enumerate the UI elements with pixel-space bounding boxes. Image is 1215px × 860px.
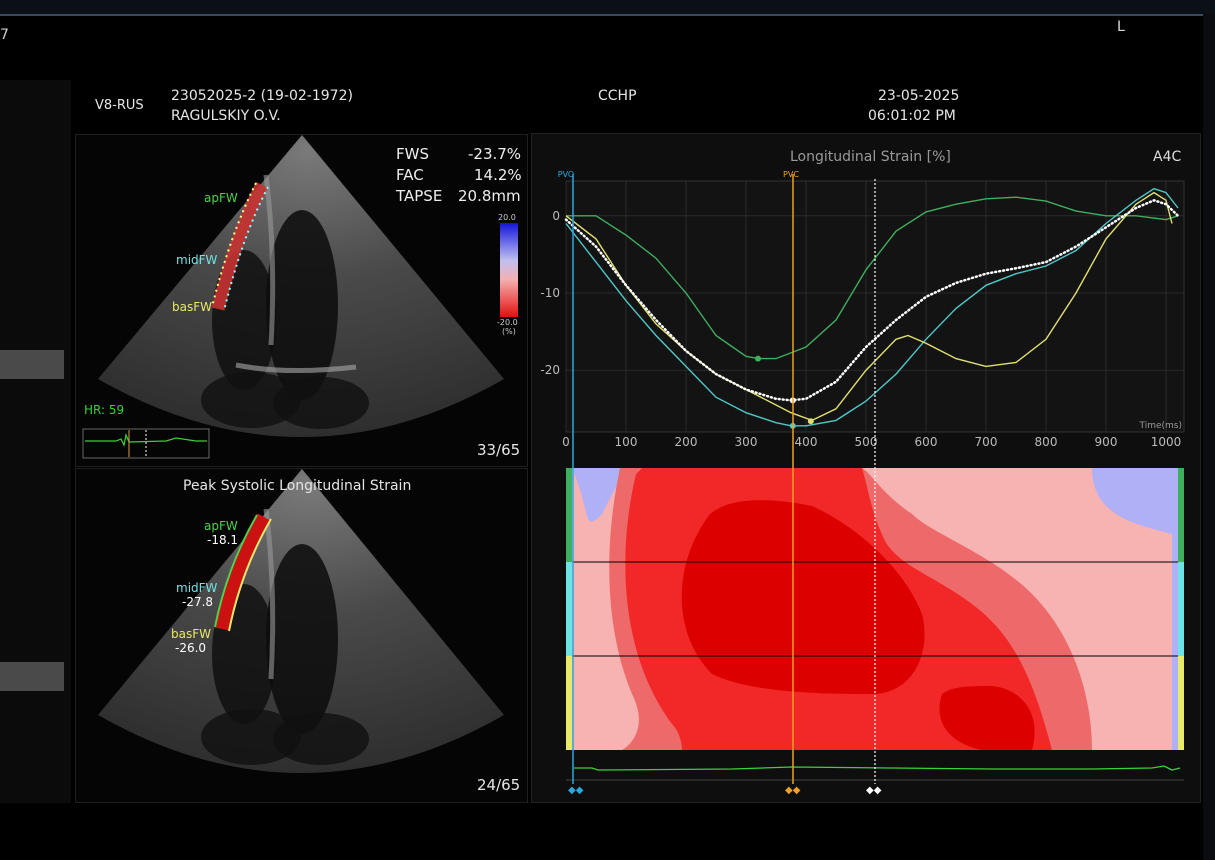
side-button-1[interactable] [0,350,64,379]
heart-rate: HR: 59 [84,403,125,417]
la-cavity [273,377,369,429]
seg-label-basfw: basFW [172,300,212,314]
frame-counter-bottom: 24/65 [477,776,521,794]
map-seg-bar-right-bas [1178,656,1184,750]
colorbar-min: -20.0 [497,318,518,327]
metric-tapse-label: TAPSE [396,187,443,205]
top-echo-image [82,135,504,459]
lr-marker: L [1117,19,1125,35]
patient-name: RAGULSKIY O.V. [171,108,281,124]
cursor-handle: ◆◆ [866,785,882,796]
bottom-echo-panel[interactable]: Peak Systolic Longitudinal Strain apFW -… [75,468,528,803]
frame-counter-top: 33/65 [477,441,521,459]
strain-analysis-panel: Longitudinal Strain [%] A4C 0 100 200 300 40… [531,133,1201,803]
corner-text: 7 [0,27,9,43]
map-seg-bar-left-bas [566,656,572,750]
lv-cavity [266,544,338,734]
pvo-handle: ◆◆ [568,785,584,796]
strain-color-map[interactable]: ◆◆ ◆◆ ◆◆ [532,134,1200,802]
pvc-handle: ◆◆ [785,785,801,796]
map-seg-bar-left-mid [566,562,572,656]
right-edge-strip [1203,14,1215,860]
metric-tapse-value: 20.8mm [458,187,521,205]
colorbar-max: 20.0 [498,213,516,222]
seg-label-midfw: midFW [176,253,218,267]
seg-value-apfw: -18.1 [207,533,239,547]
seg-value-basfw: -26.0 [175,641,207,655]
patient-id: 23052025-2 (19-02-1972) [171,88,353,104]
top-echo-panel[interactable]: FWS -23.7% FAC 14.2% TAPSE 20.8mm 20.0 -… [75,134,528,467]
map-seg-bar-left-ap [566,468,572,562]
map-ecg-trace [574,765,1181,771]
exam-time: 06:01:02 PM [868,108,956,124]
la-cavity [273,713,369,765]
metric-fac-label: FAC [396,166,424,184]
colorbar-scale [500,223,518,317]
seg-label-apfw: apFW [204,519,238,533]
institution: CCHP [598,88,637,104]
colorbar-unit: (%) [502,327,516,336]
side-panel [0,80,71,803]
seg-value-midfw: -27.8 [182,595,214,609]
seg-label-apfw: apFW [204,191,238,205]
metric-fws-label: FWS [396,145,429,163]
device-label: V8-RUS [95,98,144,113]
map-seg-bar-right-mid [1178,562,1184,656]
seg-label-basfw: basFW [171,627,211,641]
side-button-2[interactable] [0,662,64,691]
metric-fws-value: -23.7% [468,145,522,163]
seg-label-midfw: midFW [176,581,218,595]
map-seg-bar-right-ap [1178,468,1184,562]
metric-fac-value: 14.2% [474,166,522,184]
bottom-echo-image [98,469,504,773]
view-title: Peak Systolic Longitudinal Strain [183,478,412,494]
top-bar [0,0,1215,16]
exam-date: 23-05-2025 [878,88,960,104]
